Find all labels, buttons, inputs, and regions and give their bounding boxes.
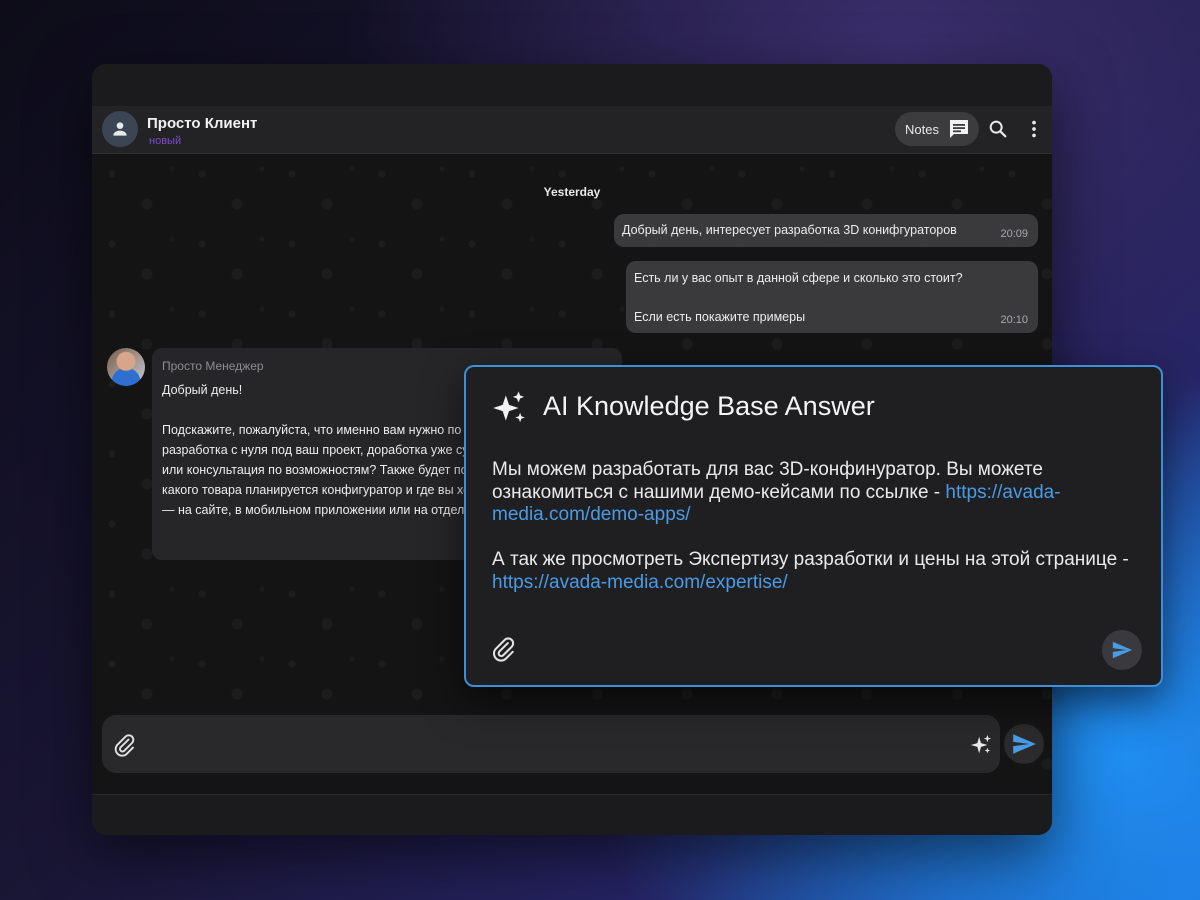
ai-card-title: AI Knowledge Base Answer bbox=[543, 391, 875, 421]
person-icon bbox=[113, 122, 127, 136]
paperclip-icon[interactable] bbox=[112, 732, 136, 758]
message-composer[interactable] bbox=[102, 715, 1000, 773]
day-separator: Yesterday bbox=[543, 185, 601, 199]
contact-avatar[interactable] bbox=[102, 111, 138, 147]
sparkle-icon bbox=[493, 391, 525, 423]
message-time: 20:10 bbox=[1000, 314, 1028, 326]
ai-answer-text: Мы можем разработать для вас 3D-конфинур… bbox=[492, 459, 1142, 594]
ai-send-button[interactable] bbox=[1102, 630, 1142, 670]
window-footer bbox=[92, 794, 1052, 835]
window-titlebar bbox=[92, 64, 1052, 106]
outgoing-message[interactable]: Добрый день, интересует разработка 3D ко… bbox=[614, 214, 1038, 247]
notes-icon bbox=[949, 120, 968, 138]
paperclip-icon[interactable] bbox=[490, 635, 516, 663]
manager-avatar[interactable] bbox=[107, 348, 145, 386]
notes-label: Notes bbox=[905, 121, 939, 137]
ai-answer-paragraph: А так же просмотреть Экспертизу разработ… bbox=[492, 549, 1142, 594]
contact-status-badge: новый bbox=[149, 135, 182, 147]
ai-answer-sentence: А так же просмотреть Экспертизу разработ… bbox=[492, 549, 1129, 570]
outgoing-message[interactable]: Есть ли у вас опыт в данной сфере и скол… bbox=[626, 261, 1038, 333]
ai-answer-card: AI Knowledge Base Answer Мы можем разраб… bbox=[464, 365, 1163, 687]
chat-header: Просто Клиент новый Notes bbox=[92, 106, 1052, 154]
expertise-link[interactable]: https://avada-media.com/expertise/ bbox=[492, 572, 788, 593]
message-time: 20:09 bbox=[1000, 228, 1028, 240]
send-icon bbox=[1013, 734, 1036, 754]
notes-button[interactable]: Notes bbox=[895, 112, 979, 146]
send-icon bbox=[1112, 641, 1133, 659]
message-text: Добрый день, интересует разработка 3D ко… bbox=[622, 223, 957, 237]
message-text: Если есть покажите примеры bbox=[634, 310, 806, 324]
message-text: Есть ли у вас опыт в данной сфере и скол… bbox=[634, 271, 963, 285]
send-button[interactable] bbox=[1004, 724, 1044, 764]
ai-answer-paragraph: Мы можем разработать для вас 3D-конфинур… bbox=[492, 459, 1142, 527]
contact-name[interactable]: Просто Клиент bbox=[147, 115, 257, 132]
sparkle-icon[interactable] bbox=[970, 734, 992, 756]
search-icon[interactable] bbox=[987, 118, 1009, 140]
more-vertical-icon[interactable] bbox=[1023, 118, 1045, 140]
